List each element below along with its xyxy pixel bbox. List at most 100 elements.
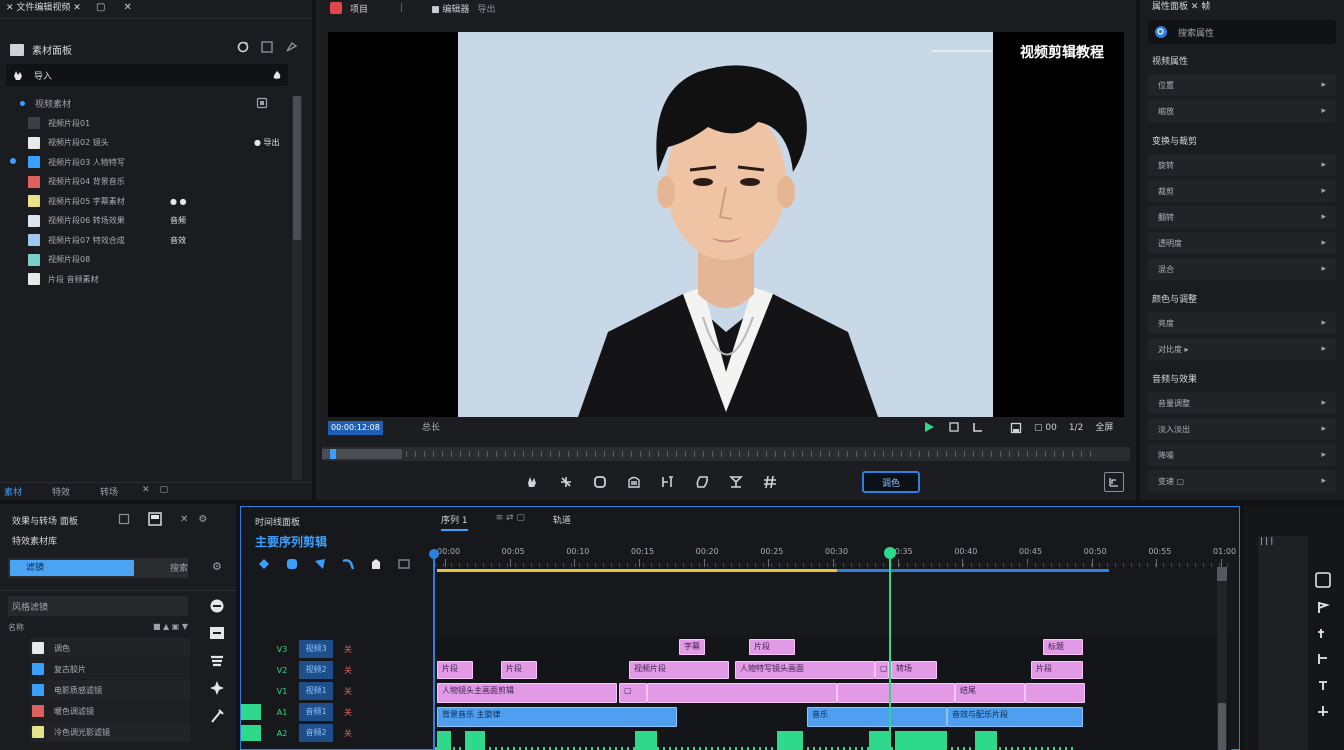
video-clip[interactable] [837,683,955,703]
lock-icon[interactable] [1316,678,1330,692]
mark-icon[interactable] [972,421,984,433]
in-marker[interactable] [433,549,435,750]
effect-list-item[interactable]: 暖色调滤镜 [30,701,190,721]
wand-icon[interactable] [209,708,225,724]
video-clip[interactable]: 视频片段 [629,661,729,679]
video-clip[interactable] [1025,683,1085,703]
fullscreen-button[interactable]: 全屏 [1095,421,1113,435]
chevron-right-icon[interactable]: ▸ [1321,106,1326,116]
chevron-right-icon[interactable]: ▸ [1321,424,1326,434]
slip-tool-icon[interactable] [341,557,355,571]
tab-tracks[interactable]: 轨道 [553,513,571,531]
properties-item[interactable]: 透明度 ▸ [1148,232,1336,254]
grid-icon[interactable] [260,40,274,54]
video-canvas[interactable]: 视频剪辑教程 [328,32,1124,417]
audio-clip[interactable]: 音乐 [807,707,947,727]
effects-menu-icon[interactable]: ⚙ [212,560,222,573]
track-header[interactable]: V1 视频1 关 [271,681,431,701]
track-toggle[interactable]: 关 [339,644,357,655]
tab-sequence-1[interactable]: 序列 1 [441,513,468,531]
scrubber-handle[interactable] [330,449,336,459]
video-clip[interactable]: 结尾 [955,683,1025,703]
media-list-item[interactable]: 视频片段03 人物特写 [28,153,290,171]
ripple-tool-icon[interactable] [285,557,299,571]
media-list-item[interactable]: 视频片段04 背景音乐 [28,173,290,191]
color-tool-button[interactable]: 调色 [862,471,920,493]
layers-icon[interactable] [209,652,225,668]
quality-select[interactable]: ▢ 00 [1034,421,1057,435]
import-bar[interactable]: 导入 [6,64,288,86]
chevron-right-icon[interactable]: ▸ [1321,318,1326,328]
effect-list-item[interactable]: 复古胶片 [30,659,190,679]
timeline-scrollbar-thumb[interactable] [1218,703,1226,750]
title-clip[interactable]: 标题 [1043,639,1083,655]
effect-list-item[interactable]: 电影质感滤镜 [30,680,190,700]
marker-icon[interactable] [1315,572,1331,588]
video-clip[interactable]: 转场 [891,661,937,679]
effects-search[interactable]: 滤镜 搜索 [8,558,188,578]
close-icon[interactable]: ✕ [180,514,188,525]
save-icon[interactable] [1010,422,1022,434]
resolution-select[interactable]: 1/2 [1069,421,1083,435]
chevron-right-icon[interactable]: ▸ [1321,450,1326,460]
snap-tool-icon[interactable] [397,557,411,571]
audio-clip[interactable]: 背景音乐 主旋律 [437,707,677,727]
video-clip[interactable]: 人物特写镜头画面 [735,661,875,679]
title-clip[interactable]: 字幕 [679,639,705,655]
properties-item[interactable]: 位置 ▸ [1148,74,1336,96]
track-header[interactable]: V3 视频3 关 [271,639,431,659]
plus-icon[interactable] [1316,704,1330,718]
zoom-icon[interactable] [284,40,298,54]
filter-box-icon[interactable] [209,626,225,640]
track-header[interactable]: A2 音频2 关 [241,723,431,743]
hand-icon[interactable] [524,474,540,490]
properties-item[interactable]: 裁剪 ▸ [1148,180,1336,202]
properties-item[interactable]: 对比度 ▸ ▸ [1148,338,1336,360]
effect-list-item[interactable]: 调色 [30,638,190,658]
tab-expand[interactable]: ▢ [160,485,169,499]
media-list-item[interactable]: 片段 音频素材 [28,270,290,288]
track-toggle[interactable]: 关 [339,665,357,676]
cut-icon[interactable] [558,474,574,490]
properties-item[interactable]: 混合 ▸ [1148,258,1336,280]
editor-tab[interactable]: ■ 编辑器 [431,2,469,15]
title-clip[interactable]: 片段 [749,639,795,655]
properties-item[interactable]: 翻转 ▸ [1148,206,1336,228]
track-toggle[interactable]: 关 [339,728,357,739]
hash-icon[interactable] [762,474,778,490]
video-clip[interactable]: 片段 [501,661,537,679]
maximize-button[interactable]: ▢ [96,0,105,16]
timecode-badge[interactable]: 00:00:12:08 [328,421,383,435]
chevron-right-icon[interactable]: ▸ [1321,80,1326,90]
flame-icon[interactable] [272,70,282,80]
properties-item[interactable]: 亮度 ▸ [1148,312,1336,334]
audio-clip[interactable]: 音效与配乐片段 [947,707,1083,727]
media-list-item[interactable]: 视频片段05 字幕素材 ● ● [28,192,290,210]
crop-icon[interactable] [592,474,608,490]
list-view-icon[interactable] [118,513,130,525]
close-button[interactable]: ✕ [123,0,131,16]
effects-search-field[interactable]: 滤镜 [10,560,134,576]
track-toggle[interactable]: 关 [339,686,357,697]
select-tool-icon[interactable] [257,557,271,571]
media-scrollbar-thumb[interactable] [293,96,301,240]
video-clip[interactable]: 人物镜头主画面剪辑 [437,683,617,703]
timeline-scroll-up[interactable] [1217,567,1227,581]
keyframe-icon[interactable] [1316,652,1330,666]
playhead-line[interactable] [889,549,891,750]
media-list-item[interactable]: 视频片段07 特效合成 音效 [28,231,290,249]
timeline-scrollbar[interactable] [1217,573,1227,750]
effects-search-button[interactable]: 搜索 [170,561,188,574]
split-icon[interactable] [660,474,676,490]
folder-row[interactable]: 视频素材 [20,95,268,111]
chevron-right-icon[interactable]: ▸ [1321,238,1326,248]
tag-icon[interactable] [1316,626,1330,640]
tab-view-options[interactable]: ≡ ⇄ ▢ [496,513,525,531]
flag-icon[interactable] [1316,600,1330,614]
mask-icon[interactable] [626,474,642,490]
media-list-item[interactable]: 视频片段06 转场效果 音频 [28,212,290,230]
tab-effects[interactable]: 特效 [52,485,70,499]
properties-item[interactable]: 淡入淡出 ▸ [1148,418,1336,440]
chevron-right-icon[interactable]: ▸ [1321,476,1326,486]
properties-item[interactable]: 音量调整 ▸ [1148,392,1336,414]
